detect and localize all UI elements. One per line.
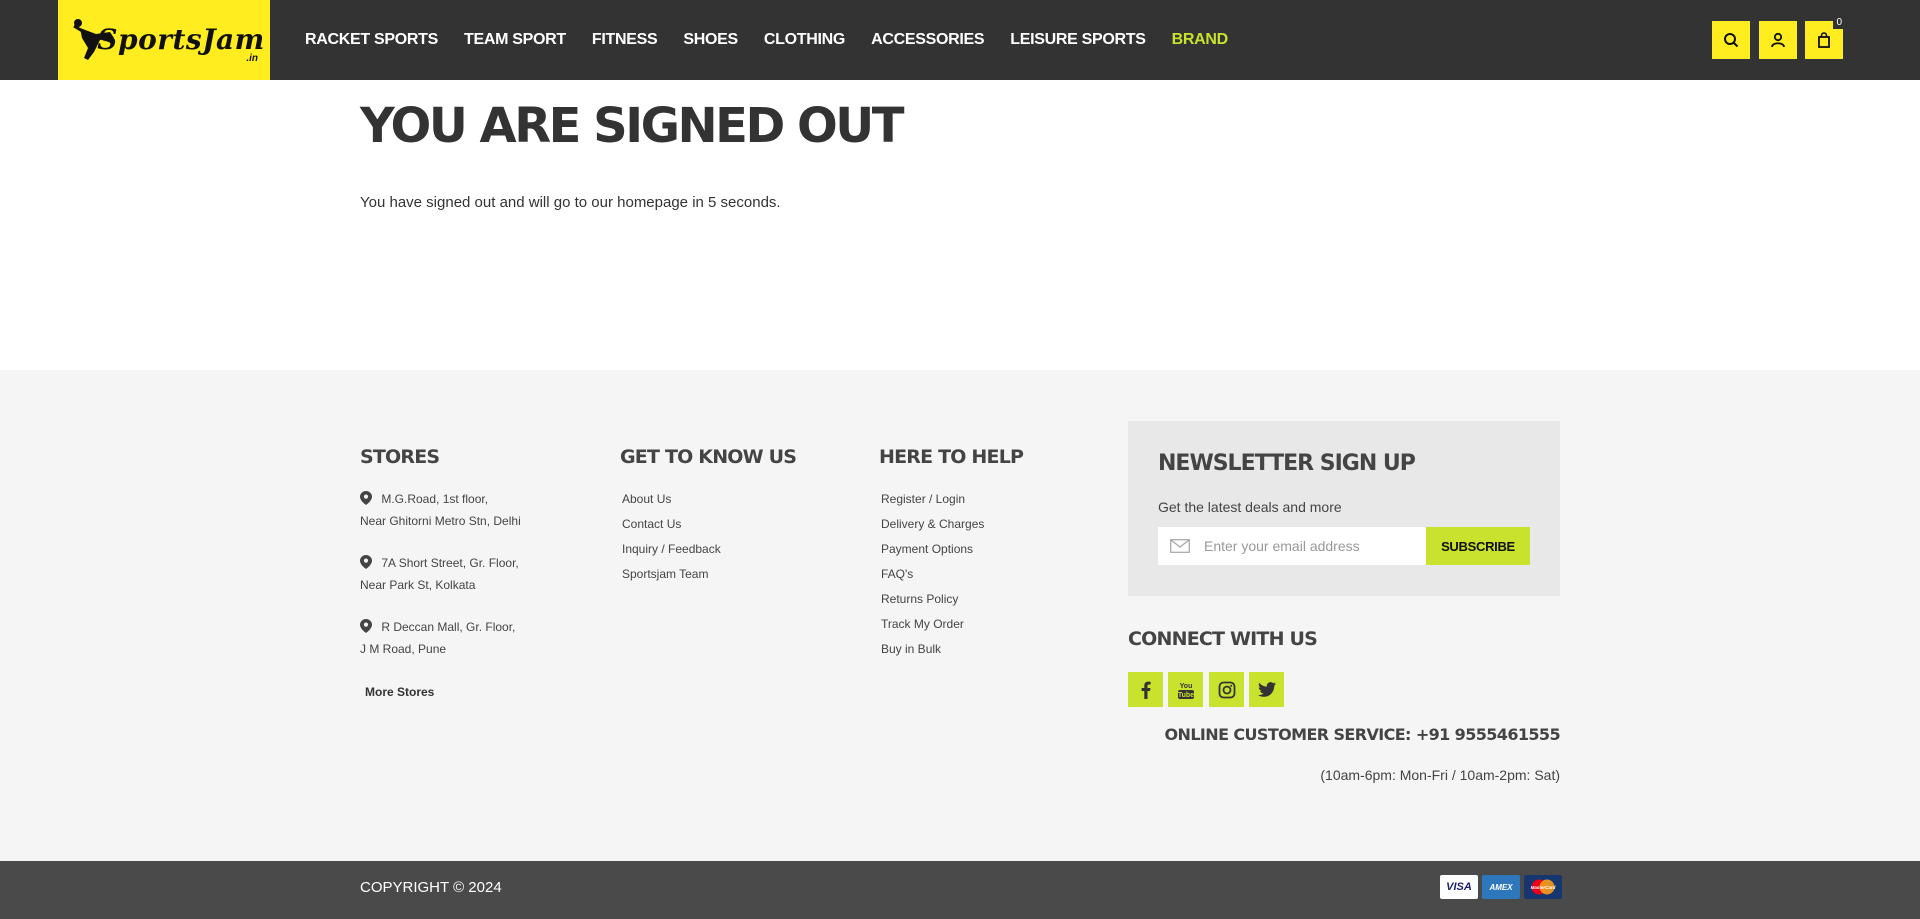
nav-accessories[interactable]: ACCESSORIES <box>871 31 984 49</box>
facebook-icon <box>1141 681 1151 699</box>
twitter-link[interactable] <box>1249 672 1284 707</box>
know-us-title: GET TO KNOW US <box>620 446 797 468</box>
link-returns-policy[interactable]: Returns Policy <box>881 592 958 606</box>
link-sportsjam-team[interactable]: Sportsjam Team <box>622 567 708 581</box>
link-about-us[interactable]: About Us <box>622 492 671 506</box>
newsletter-email-wrapper <box>1158 527 1426 565</box>
link-contact-us[interactable]: Contact Us <box>622 517 681 531</box>
visa-card-icon: VISA <box>1440 875 1478 899</box>
store-address-line1: R Deccan Mall, Gr. Floor, <box>381 620 516 634</box>
logo-athlete-icon <box>73 19 114 60</box>
nav-fitness[interactable]: FITNESS <box>592 31 658 49</box>
link-faqs[interactable]: FAQ's <box>881 567 913 581</box>
cart-count-badge: 0 <box>1833 17 1845 29</box>
instagram-icon <box>1218 681 1235 698</box>
link-track-order[interactable]: Track My Order <box>881 617 964 631</box>
search-icon <box>1724 33 1739 48</box>
subscribe-button[interactable]: SUBSCRIBE <box>1426 527 1530 565</box>
instagram-link[interactable] <box>1209 672 1244 707</box>
bottom-bar: COPYRIGHT © 2024 VISA AMEX MasterCard <box>0 861 1920 919</box>
link-delivery-charges[interactable]: Delivery & Charges <box>881 517 984 531</box>
location-pin-icon <box>360 555 372 569</box>
svg-text:Tube: Tube <box>1177 692 1193 699</box>
youtube-link[interactable]: You Tube <box>1168 672 1203 707</box>
nav-clothing[interactable]: CLOTHING <box>764 31 845 49</box>
nav-shoes[interactable]: SHOES <box>683 31 738 49</box>
store-address-line1: M.G.Road, 1st floor, <box>381 492 489 506</box>
link-inquiry-feedback[interactable]: Inquiry / Feedback <box>622 542 721 556</box>
newsletter-subtitle: Get the latest deals and more <box>1158 499 1342 515</box>
newsletter-email-input[interactable] <box>1204 538 1414 554</box>
shopping-bag-icon <box>1818 32 1830 48</box>
store-address-line2: Near Park St, Kolkata <box>360 578 476 592</box>
main-nav: RACKET SPORTS TEAM SPORT FITNESS SHOES C… <box>305 0 1254 80</box>
mastercard-circles-icon: MasterCard <box>1531 879 1556 895</box>
mastercard-card-icon: MasterCard <box>1524 875 1562 899</box>
help-title: HERE TO HELP <box>879 446 1024 468</box>
facebook-link[interactable] <box>1128 672 1163 707</box>
nav-brand[interactable]: BRAND <box>1172 31 1229 49</box>
amex-card-icon: AMEX <box>1482 875 1520 899</box>
connect-title: CONNECT WITH US <box>1128 628 1318 650</box>
mastercard-label: MasterCard <box>1531 885 1556 890</box>
sportsjam-logo[interactable]: SportsJam .in <box>58 0 270 80</box>
link-register-login[interactable]: Register / Login <box>881 492 965 506</box>
cart-button[interactable]: 0 <box>1805 17 1845 59</box>
logo-domain: .in <box>246 53 258 64</box>
store-pune: R Deccan Mall, Gr. Floor, J M Road, Pune <box>360 616 515 660</box>
customer-service-hours: (10am-6pm: Mon-Fri / 10am-2pm: Sat) <box>1320 767 1560 783</box>
store-kolkata: 7A Short Street, Gr. Floor, Near Park St… <box>360 552 519 596</box>
signout-message: You have signed out and will go to our h… <box>360 194 781 211</box>
newsletter-title: NEWSLETTER SIGN UP <box>1158 451 1416 476</box>
youtube-icon: You Tube <box>1177 683 1194 699</box>
newsletter-box: NEWSLETTER SIGN UP Get the latest deals … <box>1128 421 1560 596</box>
more-stores-link[interactable]: More Stores <box>365 685 434 699</box>
link-payment-options[interactable]: Payment Options <box>881 542 973 556</box>
site-header: SportsJam .in RACKET SPORTS TEAM SPORT F… <box>0 0 1920 80</box>
svg-text:You: You <box>1179 683 1192 690</box>
copyright-text: COPYRIGHT © 2024 <box>360 879 502 896</box>
user-icon <box>1771 32 1785 48</box>
store-address-line1: 7A Short Street, Gr. Floor, <box>381 556 519 570</box>
twitter-icon <box>1257 682 1276 697</box>
envelope-icon <box>1170 539 1190 553</box>
site-footer: STORES M.G.Road, 1st floor, Near Ghitorn… <box>0 370 1920 861</box>
link-buy-in-bulk[interactable]: Buy in Bulk <box>881 642 941 656</box>
nav-team-sport[interactable]: TEAM SPORT <box>464 31 566 49</box>
customer-service-phone: ONLINE CUSTOMER SERVICE: +91 9555461555 <box>1164 725 1561 744</box>
nav-leisure-sports[interactable]: LEISURE SPORTS <box>1010 31 1146 49</box>
stores-title: STORES <box>360 446 440 468</box>
nav-racket-sports[interactable]: RACKET SPORTS <box>305 31 438 49</box>
logo-text: SportsJam <box>97 22 265 56</box>
search-button[interactable] <box>1712 21 1750 59</box>
location-pin-icon <box>360 491 372 505</box>
page-title: YOU ARE SIGNED OUT <box>360 98 905 154</box>
location-pin-icon <box>360 619 372 633</box>
store-address-line2: J M Road, Pune <box>360 642 447 656</box>
account-button[interactable] <box>1759 21 1797 59</box>
store-delhi: M.G.Road, 1st floor, Near Ghitorni Metro… <box>360 488 521 532</box>
store-address-line2: Near Ghitorni Metro Stn, Delhi <box>360 514 521 528</box>
